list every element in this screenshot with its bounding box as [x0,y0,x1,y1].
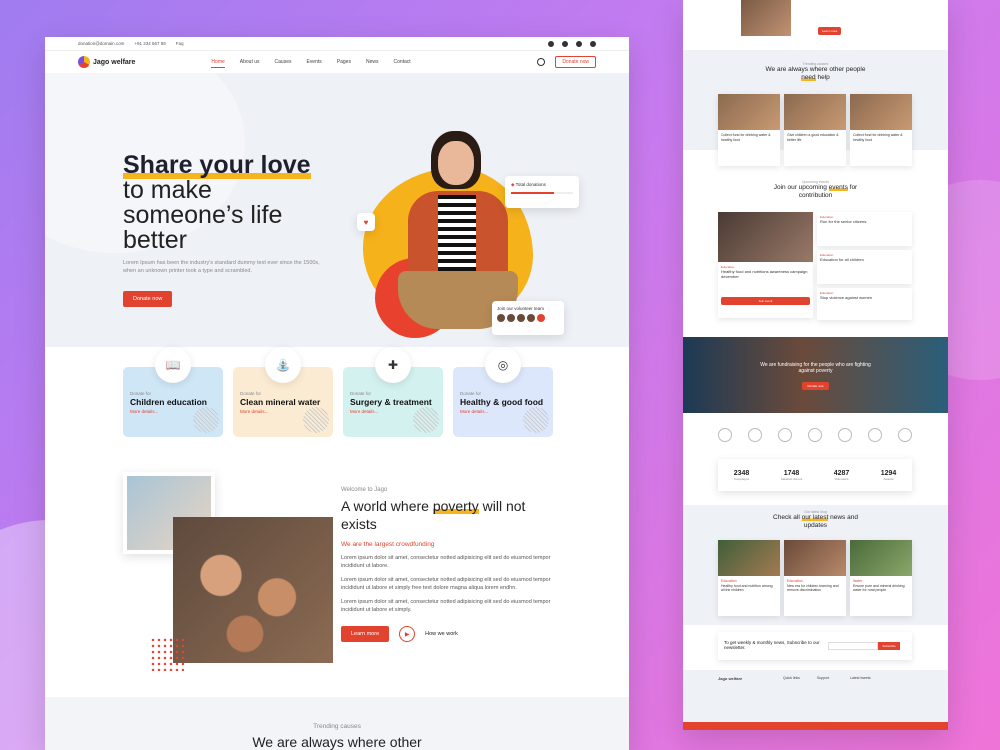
faq-link[interactable]: Faq [176,41,184,46]
trending-card[interactable]: Collect fund for drinking water & health… [850,94,912,166]
trending-section: Trending causes We are always where othe… [45,697,629,750]
about-pretitle: Welcome to Jago [341,487,388,493]
volunteer-avatars [497,314,559,322]
heart-hand-icon: ♥ [357,213,375,231]
facebook-icon[interactable] [548,40,554,47]
main-page-mockup: donation@domain.com +91 234 567 89 Faq J… [45,37,629,750]
hero-title: Share your love to make someone’s life b… [123,151,311,254]
copyright-bar [683,722,948,730]
nav-causes[interactable]: Causes [275,59,292,65]
email-text[interactable]: donation@domain.com [78,41,124,46]
about-paragraph: Lorem ipsum dolor sit amet, consectetur … [341,555,551,569]
full-page-mockup: Learn more Trending causes We are always… [683,0,948,730]
nav-about[interactable]: About us [240,59,260,65]
cause-card-education[interactable]: 📖 Donate for Children education More detai… [123,347,223,437]
newsletter-box: To get weekly & monthly news, Subscribe … [718,632,912,660]
nav-pages[interactable]: Pages [337,59,351,65]
banner-donate-button[interactable]: Donate now [802,382,829,390]
cause-card-surgery[interactable]: ✚ Donate for Surgery & treatment More deta… [343,347,443,437]
news-card[interactable]: Education Healthy food and nutrition amon… [718,540,780,616]
main-menu: Home About us Causes Events Pages News C… [211,59,411,68]
event-card[interactable]: Education Healthy food and nutritions awa… [718,262,813,318]
trending-heading: Trending causes We are always where othe… [765,62,866,81]
volunteer-card[interactable]: Join our volunteer team [492,301,564,335]
stat-donors: 1748 Satisfied donors [780,469,803,481]
news-card[interactable]: Water Ensure pure and mineral drinking wa… [850,540,912,616]
fundraising-banner: We are fundraising for the people who ar… [683,337,948,413]
cause-card-water[interactable]: ⛲ Donate for Clean mineral water More deta… [233,347,333,437]
phone-text[interactable]: +91 234 567 89 [134,41,165,46]
hero-section: Share your love to make someone’s life b… [45,73,629,347]
events-heading: Upcoming events Join our upcoming events… [773,180,858,199]
play-icon[interactable]: ▶ [399,626,416,642]
stat-volunteers: 4287 Volunteers [833,469,850,481]
cause-card-food[interactable]: ◎ Donate for Healthy & good food More deta… [453,347,553,437]
about-title: A world where poverty will not exists [341,498,526,532]
about-paragraph: Lorem ipsum dolor sit amet, consectetur … [341,599,551,613]
stat-awards: 1294 Awards [880,469,897,481]
trending-pretitle: Trending causes [313,723,361,730]
learn-more-button[interactable]: Learn more [341,626,390,642]
footer-col: Support [817,676,830,680]
hero-donate-button[interactable]: Donate now [123,291,173,307]
newsletter-email-input[interactable] [828,642,878,650]
news-card[interactable]: Education New era for children learning a… [784,540,846,616]
trending-card[interactable]: Collect fund for drinking water & health… [718,94,780,166]
trending-card[interactable]: Give children a good education & better … [784,94,846,166]
news-heading: Our latest blog Check all our latest new… [773,510,858,529]
twitter-icon[interactable] [562,40,568,47]
logo-icon [78,56,90,68]
medical-icon: ✚ [375,347,411,383]
footer-col: Latest tweets [850,676,871,680]
children-photo [173,517,333,663]
instagram-icon[interactable] [576,40,582,47]
social-icons [548,40,596,47]
event-card[interactable]: Education Stop violence against women [817,288,912,320]
topbar: donation@domain.com +91 234 567 89 Faq [45,37,629,51]
donations-progress [511,192,573,194]
nav-home[interactable]: Home [211,59,226,68]
trending-title: We are always where other [252,734,422,750]
event-card[interactable]: Education Run for the senior citizens. [817,212,912,246]
book-icon: 📖 [155,347,191,383]
search-icon[interactable] [537,58,546,66]
navbar: Jago welfare Home About us Causes Events… [45,51,629,73]
stat-campaigns: 2348 Campaigns [733,469,750,481]
partner-logos [718,428,912,442]
how-we-work-link[interactable]: How we work [425,631,458,637]
about-paragraph: Lorem ipsum dolor sit amet, consectetur … [341,577,551,591]
subscribe-button[interactable]: Subscribe [878,642,900,650]
nav-events[interactable]: Events [306,59,321,65]
event-card[interactable]: Education Education for all children [817,250,912,284]
water-tap-icon: ⛲ [265,347,301,383]
nav-news[interactable]: News [366,59,379,65]
nav-contact[interactable]: Contact [393,59,410,65]
causes-categories: 📖 Donate for Children education More detai… [123,347,553,437]
about-subtitle: We are the largest crowdfunding [341,541,435,548]
site-logo[interactable]: Jago welfare [78,56,135,68]
stats-bar: 2348 Campaigns 1748 Satisfied donors 4287 V… [718,459,912,491]
youtube-icon[interactable] [590,40,596,47]
food-icon: ◎ [485,347,521,383]
hero-text: Lorem Ipsum has been the industry's stan… [123,260,320,274]
footer-col: Quick links [783,676,800,680]
footer: Jago welfare Quick links Support Latest … [683,670,948,730]
donate-now-button[interactable]: Donate now [555,56,596,68]
total-donations-card: ◆ Total donations [505,176,579,208]
